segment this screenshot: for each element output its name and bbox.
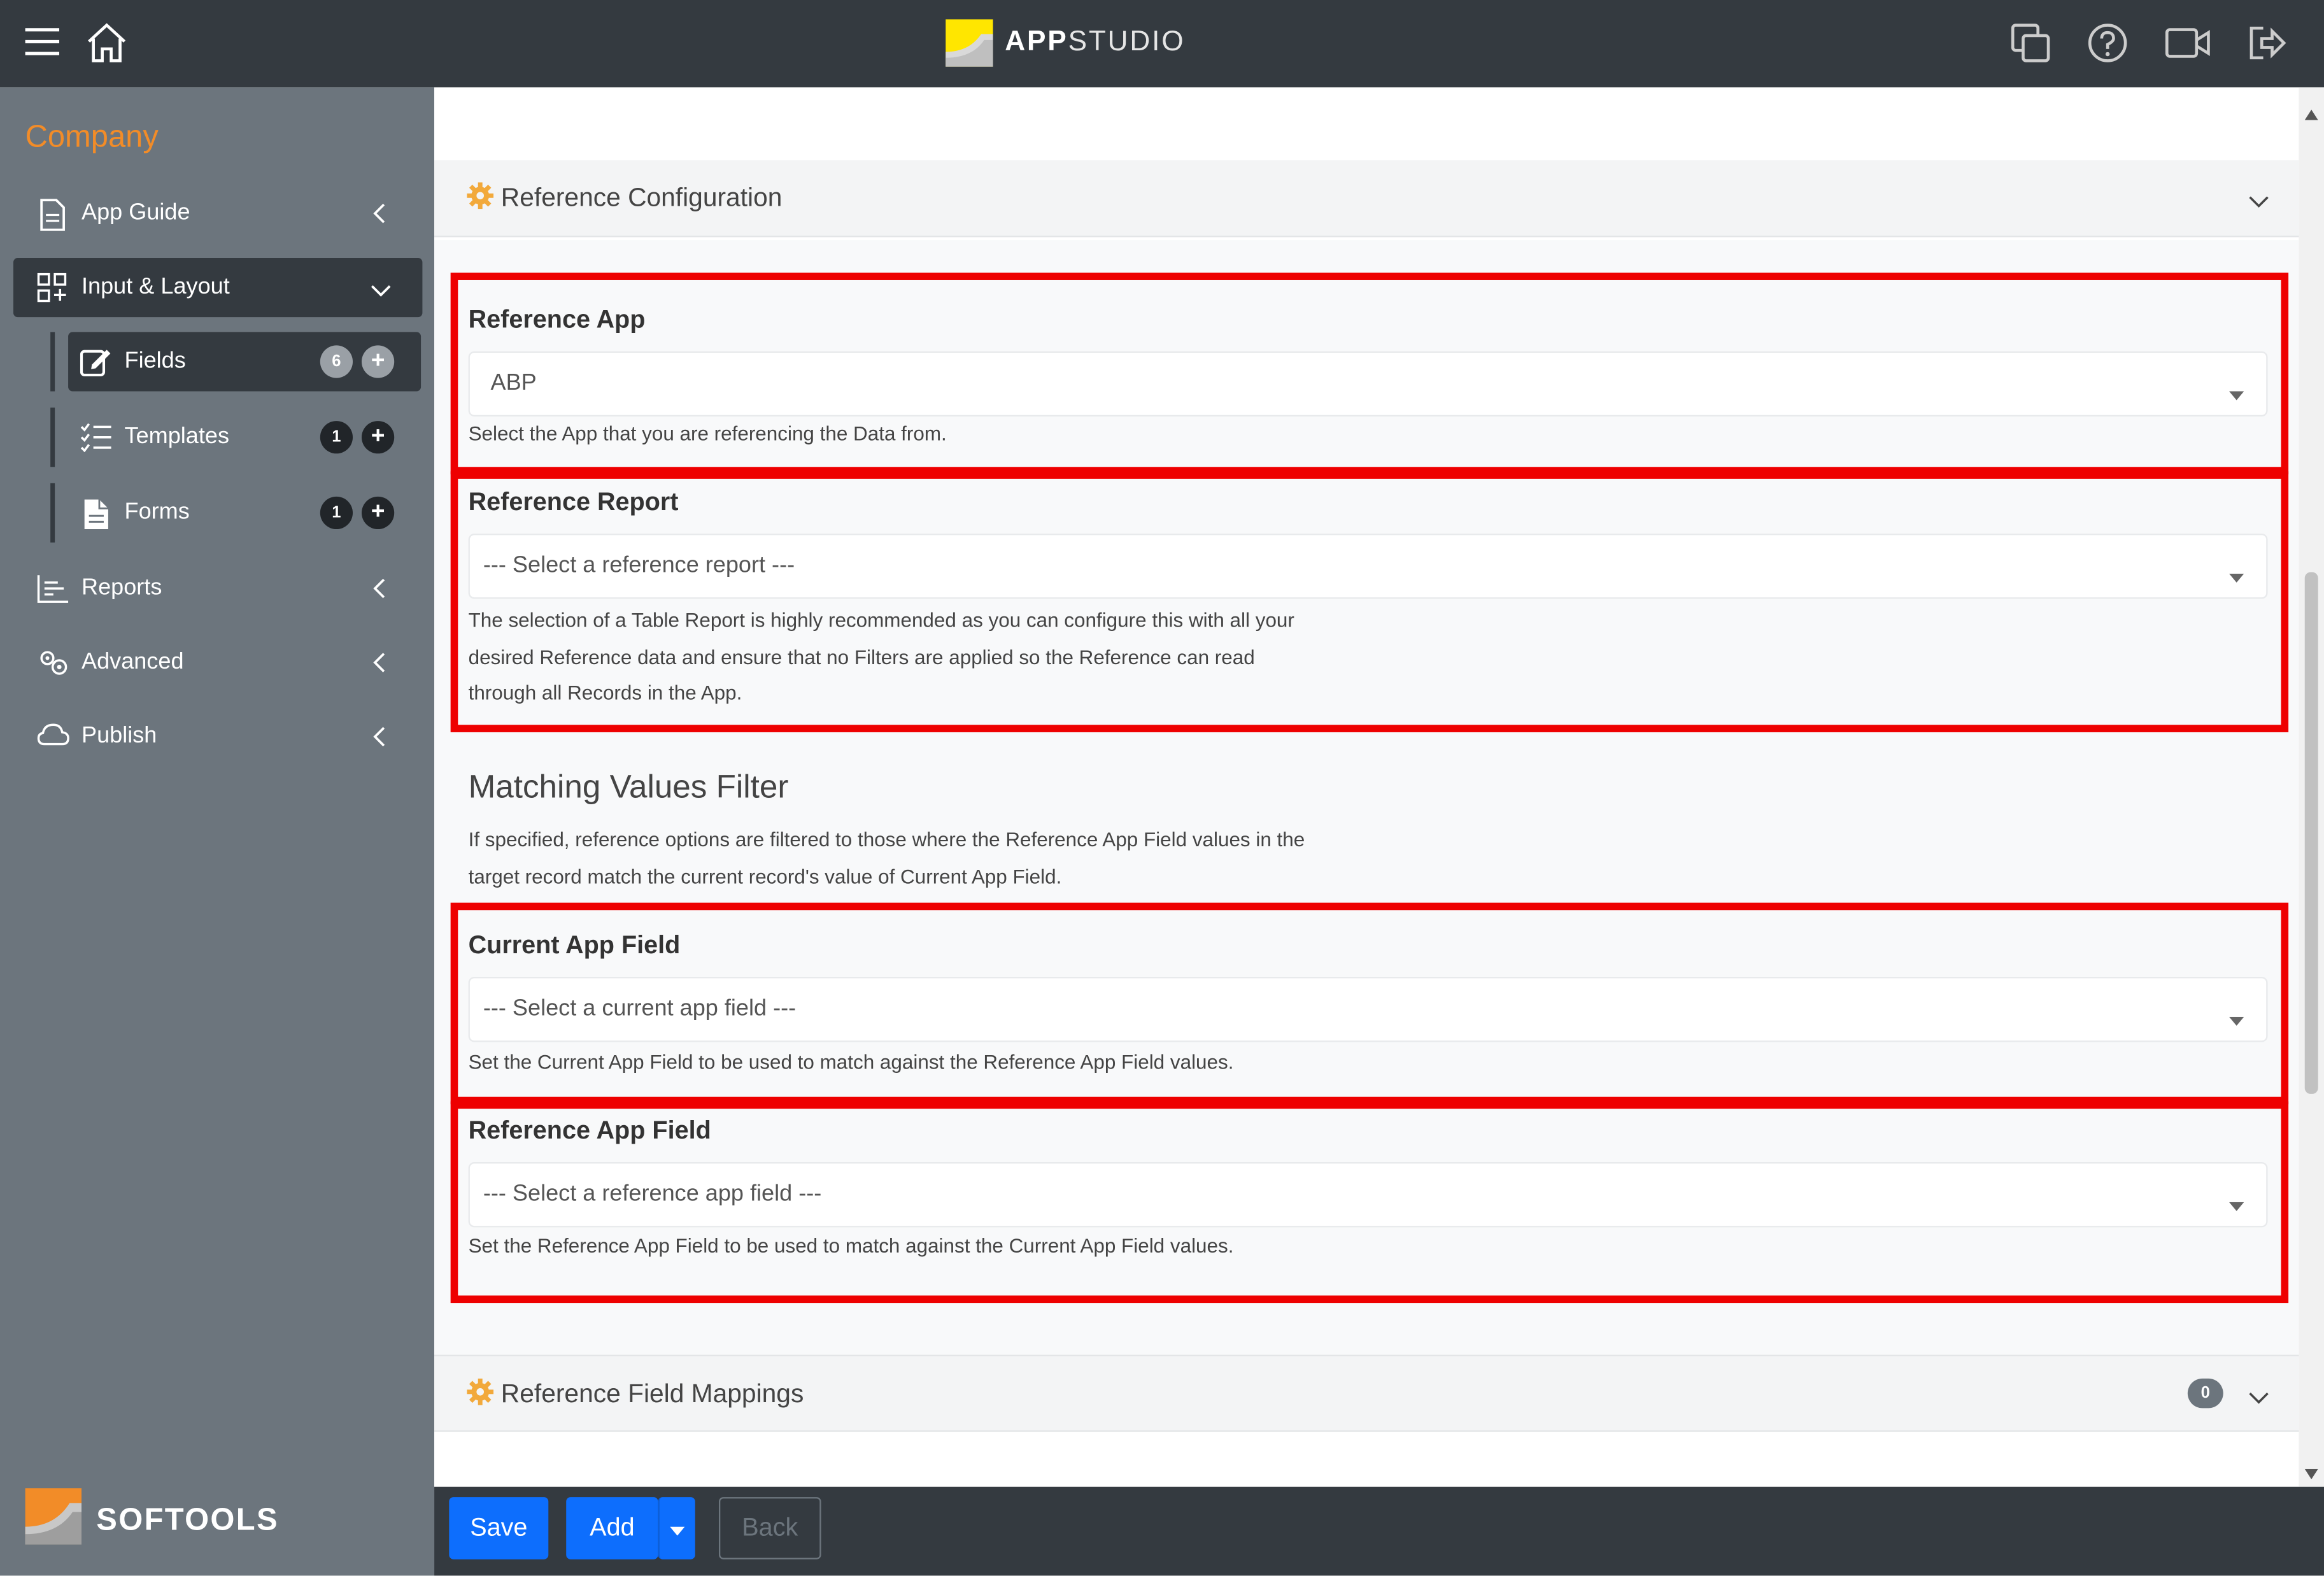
gear-icon [467, 182, 494, 217]
subnav-bar [50, 408, 55, 467]
reference-field-mappings-header[interactable]: Reference Field Mappings 0 [434, 1354, 2299, 1432]
panel-title: Reference Configuration [500, 182, 783, 212]
softools-branding: SOFTOOLS [25, 1488, 279, 1552]
top-bar: APPSTUDIO [0, 0, 2324, 88]
chevron-down-icon[interactable] [2248, 190, 2269, 217]
copy-icon[interactable] [2010, 22, 2051, 64]
subnav-bar [50, 332, 55, 392]
mappings-count-badge: 0 [2187, 1378, 2223, 1409]
layout-icon [37, 273, 67, 309]
gears-icon [37, 648, 69, 685]
chevron-down-icon [369, 279, 393, 306]
menu-icon[interactable] [25, 25, 60, 58]
matching-values-help: If specified, reference options are filt… [468, 828, 1305, 888]
document-icon [37, 199, 67, 239]
highlight-box-current-app-field [450, 902, 2289, 1105]
subnav-bar [50, 483, 55, 543]
caret-down-icon [670, 1514, 685, 1542]
main-content: Reference Configuration Reference App AB… [434, 87, 2324, 1487]
app-brand[interactable]: APPSTUDIO [946, 19, 1186, 67]
home-icon[interactable] [85, 21, 129, 66]
action-bar: Save Add Back [434, 1486, 2324, 1576]
add-template-button[interactable]: + [361, 421, 395, 454]
highlight-box-reference-app [450, 273, 2289, 474]
sidebar-item-label: Reports [81, 575, 162, 600]
sidebar: Company App Guide Input & Layout Fields … [0, 87, 435, 1576]
sidebar-item-app-guide[interactable]: App Guide [13, 184, 422, 243]
chevron-left-icon [372, 725, 386, 756]
help-icon[interactable] [2087, 22, 2129, 64]
chevron-left-icon [372, 651, 386, 682]
subnav-item-label: Templates [124, 423, 230, 450]
reference-configuration-header[interactable]: Reference Configuration [434, 160, 2299, 238]
file-icon [83, 498, 110, 538]
forms-count-badge: 1 [320, 496, 353, 530]
fields-count-badge: 6 [320, 345, 353, 378]
softools-logo-icon [25, 1488, 82, 1552]
add-dropdown-button[interactable] [658, 1497, 695, 1559]
panel-title: Reference Field Mappings [500, 1378, 804, 1409]
matching-values-title: Matching Values Filter [468, 767, 789, 805]
brand-name: APPSTUDIO [1005, 26, 1186, 58]
edit-icon [80, 347, 113, 384]
sidebar-item-publish[interactable]: Publish [13, 707, 422, 766]
video-icon[interactable] [2164, 25, 2211, 61]
logout-icon[interactable] [2246, 22, 2287, 64]
add-form-button[interactable]: + [361, 496, 395, 530]
checklist-icon [80, 422, 113, 459]
chevron-left-icon [372, 577, 386, 608]
subnav-item-label: Forms [124, 499, 190, 525]
subnav-item-templates[interactable]: Templates 1 + [68, 408, 421, 467]
cloud-icon [37, 722, 69, 756]
vendor-name: SOFTOOLS [96, 1502, 279, 1537]
save-button[interactable]: Save [449, 1497, 549, 1559]
sidebar-item-label: Input & Layout [81, 274, 230, 300]
highlight-box-reference-report [450, 471, 2289, 732]
gear-icon [467, 1378, 494, 1413]
back-button[interactable]: Back [718, 1497, 821, 1559]
sidebar-item-label: Advanced [81, 649, 184, 675]
chart-icon [37, 574, 69, 611]
scroll-down-icon[interactable] [2304, 1460, 2318, 1487]
chevron-left-icon [372, 202, 386, 233]
chevron-down-icon[interactable] [2248, 1386, 2269, 1412]
sidebar-item-reports[interactable]: Reports [13, 559, 422, 618]
subnav-item-label: Fields [124, 348, 186, 374]
sidebar-item-label: App Guide [81, 200, 190, 225]
templates-count-badge: 1 [320, 421, 353, 454]
subnav-item-forms[interactable]: Forms 1 + [68, 483, 421, 543]
subnav-item-fields[interactable]: Fields 6 + [68, 332, 422, 392]
scroll-up-icon[interactable] [2304, 101, 2318, 127]
add-field-button[interactable]: + [361, 345, 395, 378]
highlight-box-reference-app-field [450, 1101, 2289, 1303]
scrollbar-thumb[interactable] [2304, 572, 2318, 1094]
add-button[interactable]: Add [566, 1497, 658, 1559]
appstudio-logo-icon [946, 19, 993, 67]
company-name: Company [25, 120, 159, 155]
sidebar-item-input-layout[interactable]: Input & Layout [13, 258, 423, 318]
sidebar-item-label: Publish [81, 723, 157, 749]
sidebar-item-advanced[interactable]: Advanced [13, 633, 422, 692]
